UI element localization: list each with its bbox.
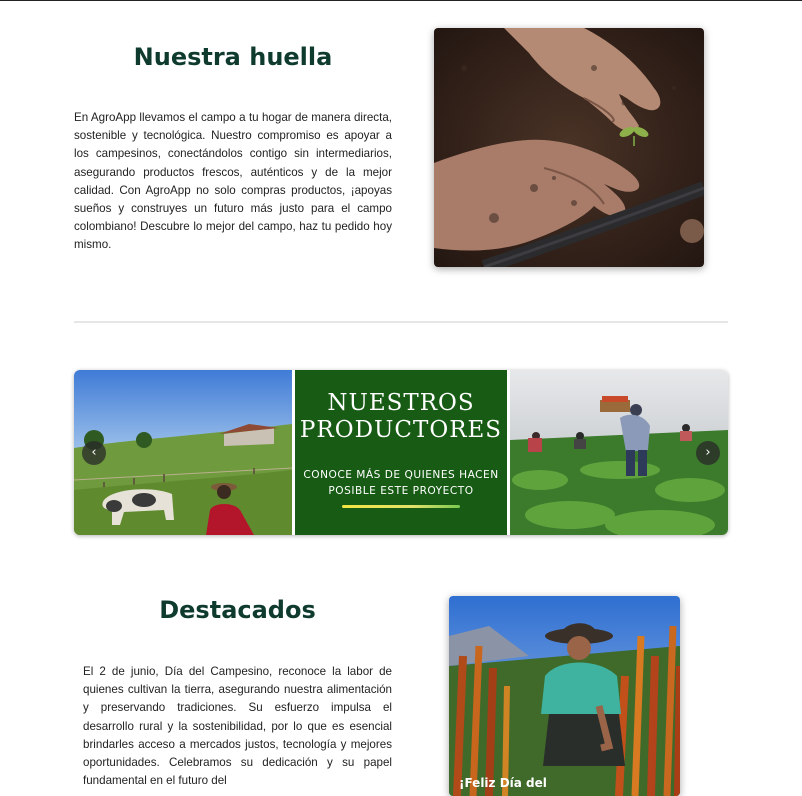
destacados-quinoa-photo: ¡Feliz Día del bbox=[449, 596, 680, 796]
huella-text: En AgroApp llevamos el campo a tu hogar … bbox=[74, 111, 392, 252]
promo-subtitle-line2: POSIBLE ESTE PROYECTO bbox=[328, 485, 474, 497]
huella-title: Nuestra huella bbox=[133, 43, 333, 71]
promo-title-line1: NUESTROS bbox=[327, 390, 475, 416]
destacados-photo-caption: ¡Feliz Día del bbox=[459, 776, 547, 790]
carousel-slide-productores[interactable]: NUESTROS PRODUCTORES CONOCE MÁS DE QUIEN… bbox=[295, 370, 507, 535]
productores-carousel[interactable]: NUESTROS PRODUCTORES CONOCE MÁS DE QUIEN… bbox=[74, 370, 728, 535]
carousel-next-button[interactable]: › bbox=[696, 441, 720, 465]
carousel-slide-farm bbox=[74, 370, 292, 535]
promo-title-line2: PRODUCTORES bbox=[299, 417, 503, 443]
destacados-text: El 2 de junio, Día del Campesino, recono… bbox=[83, 665, 392, 788]
section-divider bbox=[74, 321, 728, 323]
promo-accent-bar bbox=[342, 505, 460, 508]
destacados-title: Destacados bbox=[159, 596, 316, 624]
carousel-prev-button[interactable]: ‹ bbox=[82, 441, 106, 465]
promo-subtitle-line1: CONOCE MÁS DE QUIENES HACEN bbox=[303, 469, 499, 481]
promo-title: NUESTROS PRODUCTORES bbox=[295, 390, 507, 444]
huella-hands-photo bbox=[434, 28, 704, 267]
promo-subtitle: CONOCE MÁS DE QUIENES HACEN POSIBLE ESTE… bbox=[295, 467, 507, 499]
